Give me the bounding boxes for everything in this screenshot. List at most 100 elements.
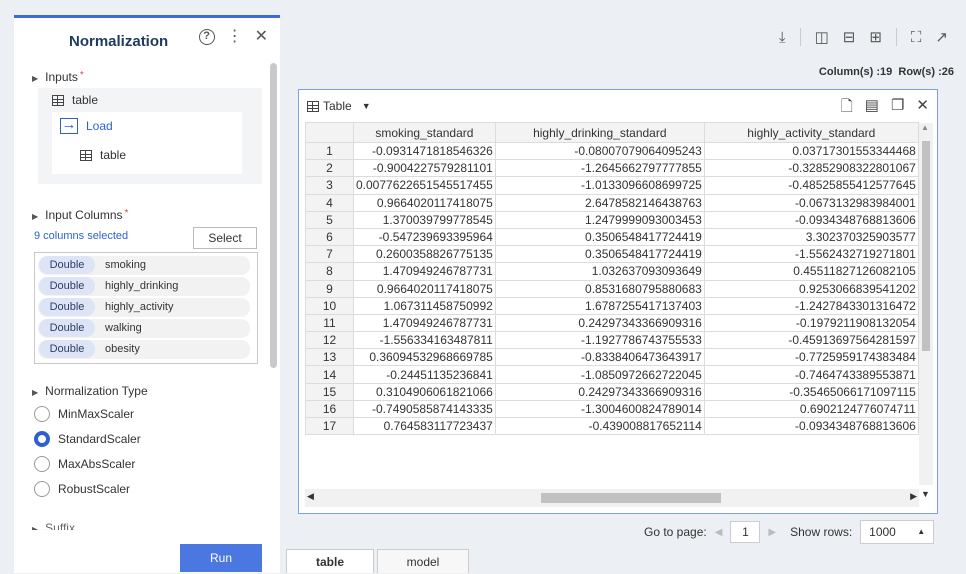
radio-standardscaler[interactable]: StandardScaler (34, 431, 141, 447)
table-cell[interactable]: 0.9664020117418075 (353, 193, 496, 212)
table-cell[interactable]: 1.032637093093649 (494, 262, 705, 281)
prev-page-icon[interactable]: ◀ (715, 527, 723, 538)
scroll-down-icon[interactable]: ▼ (921, 489, 930, 499)
table-cell[interactable]: 0.6902124776074711 (703, 399, 919, 419)
table-cell[interactable]: -1.0133096608699725 (494, 176, 705, 195)
scroll-up-icon[interactable]: ▲ (921, 123, 929, 132)
table-cell[interactable]: 0.3506548417724419 (494, 227, 705, 247)
table-row[interactable]: 7 0.2600358826775135 0.3506548417724419 -1.… (305, 245, 919, 264)
table-cell[interactable]: 0.0077622651545517455 (353, 176, 496, 195)
table-cell[interactable]: 0.36094532968669785 (353, 348, 496, 367)
table-row[interactable]: 16 -0.7490585874143335 -1.3004600824789014… (305, 399, 919, 419)
row-index[interactable]: 13 (305, 348, 354, 367)
split-horizontal-icon[interactable]: ⊟ (843, 28, 856, 46)
table-cell[interactable]: -0.7490585874143335 (353, 399, 496, 419)
table-cell[interactable]: 0.24297343366909316 (494, 313, 705, 333)
row-index[interactable]: 5 (305, 210, 354, 229)
table-row[interactable]: 13 0.36094532968669785 -0.8338406473643917… (305, 348, 919, 367)
vertical-scrollbar[interactable]: ▲ ▼ (919, 123, 933, 499)
radio-minmaxscaler[interactable]: MinMaxScaler (34, 406, 134, 422)
row-index[interactable]: 1 (305, 141, 354, 161)
table-cell[interactable]: 1.6787255417137403 (494, 296, 705, 315)
input-table-item[interactable]: table (52, 93, 98, 107)
row-index[interactable]: 8 (305, 262, 354, 281)
table-cell[interactable]: -0.35465066171097115 (703, 382, 919, 401)
row-index[interactable]: 7 (305, 245, 354, 264)
row-index[interactable]: 2 (305, 159, 354, 178)
open-external-icon[interactable]: ↗ (935, 28, 948, 46)
scroll-right-icon[interactable]: ▶ (910, 491, 917, 502)
close-icon[interactable]: ✕ (916, 96, 929, 121)
load-item[interactable]: → Load (60, 117, 113, 134)
table-cell[interactable]: 1.067311458750992 (353, 296, 496, 315)
radio-maxabsscaler[interactable]: MaxAbsScaler (34, 456, 135, 472)
column-header[interactable]: highly_activity_standard (703, 122, 919, 143)
scroll-thumb[interactable] (922, 141, 930, 351)
table-cell[interactable]: -0.45913697564281597 (703, 331, 919, 350)
table-row[interactable]: 1 -0.0931471818546326 -0.08007079064095243… (305, 141, 919, 161)
table-cell[interactable]: -0.0673132983984001 (703, 193, 919, 212)
split-vertical-icon[interactable]: ◫ (815, 28, 829, 46)
table-row[interactable]: 2 -0.9004227579281101 -1.2645662797777855-… (305, 159, 919, 178)
table-cell[interactable]: -1.3004600824789014 (494, 399, 705, 419)
row-index[interactable]: 9 (305, 279, 354, 298)
run-button[interactable]: Run (180, 544, 262, 572)
table-cell[interactable]: 0.9664020117418075 (353, 279, 496, 298)
page-input[interactable]: 1 (730, 521, 761, 543)
radio-circle[interactable] (34, 481, 50, 497)
inputs-section-header[interactable]: ▶ Inputs * (32, 70, 84, 84)
more-menu-icon[interactable]: ⋮ (227, 29, 243, 45)
rows-per-page-select[interactable]: 1000 ▲ (860, 520, 935, 544)
panel-scrollbar[interactable] (270, 63, 277, 368)
table-cell[interactable]: 1.2479999093003453 (494, 210, 705, 229)
table-view-selector[interactable]: Table ▼ (307, 99, 371, 113)
table-cell[interactable]: -0.7464743389553871 (703, 365, 919, 384)
table-row[interactable]: 10 1.067311458750992 1.6787255417137403 -1.… (305, 296, 919, 315)
table-cell[interactable]: -1.0850972662722045 (494, 365, 705, 384)
row-index[interactable]: 4 (305, 193, 354, 212)
input-columns-section-header[interactable]: ▶ Input Columns * (32, 208, 128, 222)
row-index[interactable]: 3 (305, 176, 354, 195)
table-cell[interactable]: -0.7725959174383484 (703, 348, 919, 367)
row-index[interactable]: 6 (305, 227, 354, 247)
table-cell[interactable]: 0.24297343366909316 (494, 382, 705, 401)
table-cell[interactable]: 0.03717301553344468 (703, 141, 919, 161)
row-index[interactable]: 12 (305, 331, 354, 350)
select-columns-button[interactable]: Select (193, 227, 257, 249)
table-cell[interactable]: 0.764583117723437 (353, 416, 496, 436)
copy-icon[interactable]: ❐ (891, 96, 904, 121)
table-cell[interactable]: 0.8531680795880683 (494, 279, 705, 298)
table-cell[interactable]: 3.302370325903577 (703, 227, 919, 247)
normalization-type-section-header[interactable]: ▶ Normalization Type (32, 384, 148, 398)
download-icon[interactable]: ⤓ (779, 29, 786, 46)
table-cell[interactable]: -1.2645662797777855 (494, 159, 705, 178)
table-cell[interactable]: 1.370039799778545 (353, 210, 496, 229)
tab-table[interactable]: table (286, 549, 374, 573)
scroll-left-icon[interactable]: ◀ (307, 491, 314, 502)
suffix-section-header[interactable]: ▶ Suffix (32, 522, 75, 530)
radio-circle[interactable] (34, 406, 50, 422)
table-cell[interactable]: -0.48525855412577645 (703, 176, 919, 195)
row-index[interactable]: 15 (305, 382, 354, 401)
close-icon[interactable]: ✕ (255, 29, 268, 45)
table-cell[interactable]: -0.9004227579281101 (353, 159, 496, 178)
table-cell[interactable]: 0.3506548417724419 (494, 245, 705, 264)
table-cell[interactable]: 0.45511827126082105 (703, 262, 919, 281)
table-cell[interactable]: 0.2600358826775135 (353, 245, 496, 264)
table-cell[interactable]: -0.8338406473643917 (494, 348, 705, 367)
column-header[interactable]: smoking_standard (353, 122, 496, 143)
table-cell[interactable]: -1.556334163487811 (353, 331, 496, 350)
table-cell[interactable]: -0.32852908322801067 (703, 159, 919, 178)
table-row[interactable]: 15 0.3104906061821066 0.24297343366909316-… (305, 382, 919, 401)
row-index[interactable]: 11 (305, 313, 354, 333)
chart-settings-icon[interactable]: ▤ (865, 96, 879, 121)
table-cell[interactable]: -0.547239693395964 (353, 227, 496, 247)
table-row[interactable]: 3 0.0077622651545517455 -1.013309660869972… (305, 176, 919, 195)
table-cell[interactable]: -1.2427843301316472 (703, 296, 919, 315)
scroll-thumb[interactable] (541, 493, 721, 503)
table-row[interactable]: 5 1.370039799778545 1.2479999093003453 -0.0… (305, 210, 919, 229)
table-cell[interactable]: 0.3104906061821066 (353, 382, 496, 401)
table-cell[interactable]: -0.0934348768813606 (703, 416, 919, 436)
table-row[interactable]: 6 -0.547239693395964 0.3506548417724419 3.3… (305, 227, 919, 247)
table-cell[interactable]: -0.1979211908132054 (703, 313, 919, 333)
